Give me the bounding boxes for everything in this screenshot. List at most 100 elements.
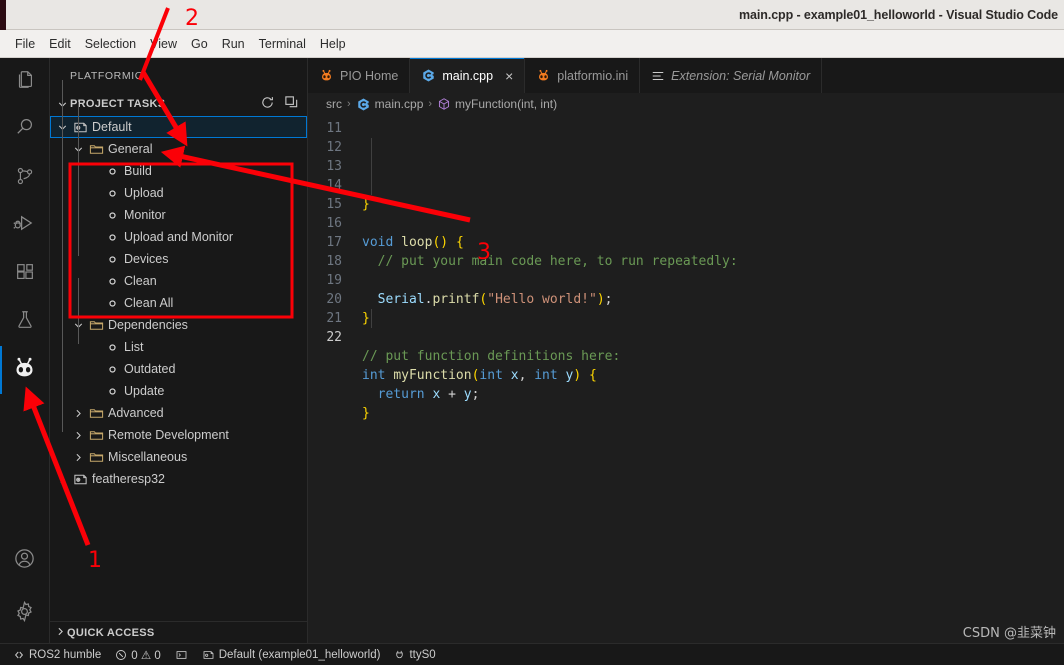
- tree-item-general[interactable]: General: [50, 138, 307, 160]
- tree-item-devices[interactable]: Devices: [50, 248, 307, 270]
- account-icon: [13, 547, 36, 575]
- chevron-right-icon[interactable]: [70, 407, 86, 420]
- task-icon: [102, 209, 122, 222]
- status-item-ports[interactable]: [168, 644, 195, 665]
- line-number: 16: [326, 216, 342, 231]
- tree-item-dependencies[interactable]: Dependencies: [50, 314, 307, 336]
- folder-icon: [86, 406, 106, 421]
- code-line: return x + y;: [377, 387, 480, 402]
- line-number: 19: [326, 273, 342, 288]
- activity-item-run-debug[interactable]: [0, 202, 50, 250]
- folder-icon: [86, 142, 106, 157]
- indent-guide: [78, 102, 79, 256]
- code-editor[interactable]: 11 12 13 14 15 16 17 18 19 20 21 22 } void loop() {…: [308, 115, 1064, 643]
- tree-item-upload[interactable]: Upload: [50, 182, 307, 204]
- chevron-right-icon[interactable]: [70, 451, 86, 464]
- editor-tab-pio-home[interactable]: PIO Home: [308, 58, 411, 93]
- env-icon: [70, 120, 90, 135]
- chevron-right-icon[interactable]: [70, 429, 86, 442]
- line-number: 14: [326, 178, 342, 193]
- code-line: }: [362, 406, 370, 421]
- platformio-alien-icon: [319, 68, 334, 83]
- editor-tab-platformio-ini[interactable]: platformio.ini: [525, 58, 641, 93]
- menu-item-terminal[interactable]: Terminal: [252, 34, 313, 54]
- line-number: 18: [326, 254, 342, 269]
- activity-item-platformio[interactable]: [0, 346, 50, 394]
- activity-item-explorer[interactable]: [0, 58, 50, 106]
- line-number: 11: [326, 121, 342, 136]
- breadcrumb-item-main-cpp[interactable]: main.cpp: [356, 97, 423, 112]
- task-icon: [102, 385, 122, 398]
- task-icon: [102, 297, 122, 310]
- quick-access-label: QUICK ACCESS: [67, 626, 155, 639]
- activity-item-search[interactable]: [0, 106, 50, 154]
- breadcrumb-separator: ›: [347, 98, 351, 110]
- tree-item-clean[interactable]: Clean: [50, 270, 307, 292]
- tree-item-default[interactable]: Default: [50, 116, 307, 138]
- tree-item-label: Miscellaneous: [108, 450, 188, 464]
- line-number: 22: [326, 330, 342, 345]
- breadcrumb-item-myfunction-int-int[interactable]: myFunction(int, int): [437, 97, 557, 111]
- activity-item-testing[interactable]: [0, 298, 50, 346]
- menu-item-edit[interactable]: Edit: [42, 34, 78, 54]
- tree-item-clean-all[interactable]: Clean All: [50, 292, 307, 314]
- editor-tab-extension-serial-monitor[interactable]: Extension: Serial Monitor: [640, 58, 823, 93]
- tree-item-list[interactable]: List: [50, 336, 307, 358]
- tree-item-build[interactable]: Build: [50, 160, 307, 182]
- tree-item-label: Clean All: [124, 296, 174, 310]
- tree-item-featheresp32[interactable]: featheresp32: [50, 468, 307, 490]
- vscode-window: main.cpp - example01_helloworld - Visual…: [0, 0, 1064, 665]
- status-item-remote-ros2[interactable]: ROS2 humble: [6, 644, 108, 665]
- project-tasks-section-header[interactable]: PROJECT TASKS: [50, 93, 307, 115]
- refresh-icon[interactable]: [260, 95, 275, 113]
- menu-item-file[interactable]: File: [8, 34, 42, 54]
- collapse-all-icon[interactable]: [284, 95, 299, 113]
- code-line: int myFunction(int x, int y) {: [362, 368, 597, 383]
- tree-item-outdated[interactable]: Outdated: [50, 358, 307, 380]
- menu-item-go[interactable]: Go: [184, 34, 215, 54]
- activity-item-extensions[interactable]: [0, 250, 50, 298]
- tree-item-label: Default: [92, 120, 132, 134]
- tree-item-remote-development[interactable]: Remote Development: [50, 424, 307, 446]
- line-number: 21: [326, 311, 342, 326]
- cpp-icon: [356, 97, 371, 112]
- breadcrumb-separator: ›: [428, 98, 433, 110]
- tree-item-monitor[interactable]: Monitor: [50, 204, 307, 226]
- chevron-right-icon[interactable]: [54, 473, 70, 486]
- platformio-alien-icon: [11, 354, 38, 386]
- env-icon: [70, 472, 90, 487]
- close-icon[interactable]: ×: [505, 69, 513, 83]
- status-item-label: 0 ⚠ 0: [131, 649, 161, 662]
- watermark: CSDN @韭菜钟: [962, 626, 1056, 641]
- workbench-body: PLATFORMIO PROJECT TASKS Default General…: [0, 58, 1064, 643]
- chevron-right-icon: [54, 625, 67, 641]
- breadcrumb-item-src[interactable]: src: [326, 97, 342, 111]
- status-item-pio-env[interactable]: Default (example01_helloworld): [195, 644, 388, 665]
- terminal-box-icon: [175, 649, 188, 661]
- sidebar-title: PLATFORMIO: [70, 69, 144, 82]
- tree-item-label: Upload: [124, 186, 164, 200]
- line-number-gutter: 11 12 13 14 15 16 17 18 19 20 21 22: [308, 115, 354, 643]
- code-content[interactable]: } void loop() { // put your main code he…: [354, 115, 1064, 643]
- indent-guide: [62, 80, 63, 432]
- tree-item-miscellaneous[interactable]: Miscellaneous: [50, 446, 307, 468]
- status-item-problems[interactable]: 0 ⚠ 0: [108, 644, 168, 665]
- activity-item-accounts[interactable]: [0, 537, 50, 585]
- tree-item-update[interactable]: Update: [50, 380, 307, 402]
- activity-item-source-control[interactable]: [0, 154, 50, 202]
- menu-item-run[interactable]: Run: [215, 34, 252, 54]
- activity-item-settings[interactable]: [0, 585, 50, 643]
- status-item-serial-port[interactable]: ttyS0: [387, 644, 442, 665]
- menu-item-view[interactable]: View: [143, 34, 184, 54]
- menu-item-help[interactable]: Help: [313, 34, 353, 54]
- quick-access-section-header[interactable]: QUICK ACCESS: [50, 621, 307, 643]
- tree-item-upload-and-monitor[interactable]: Upload and Monitor: [50, 226, 307, 248]
- cpp-icon: [421, 68, 436, 83]
- code-line: // put function definitions here:: [362, 349, 621, 364]
- title-bar: main.cpp - example01_helloworld - Visual…: [0, 0, 1064, 30]
- tree-item-advanced[interactable]: Advanced: [50, 402, 307, 424]
- editor-tab-main-cpp[interactable]: main.cpp ×: [410, 58, 526, 93]
- breadcrumb: src › main.cpp › myFunction(int, int): [308, 93, 1064, 115]
- menu-item-selection[interactable]: Selection: [78, 34, 143, 54]
